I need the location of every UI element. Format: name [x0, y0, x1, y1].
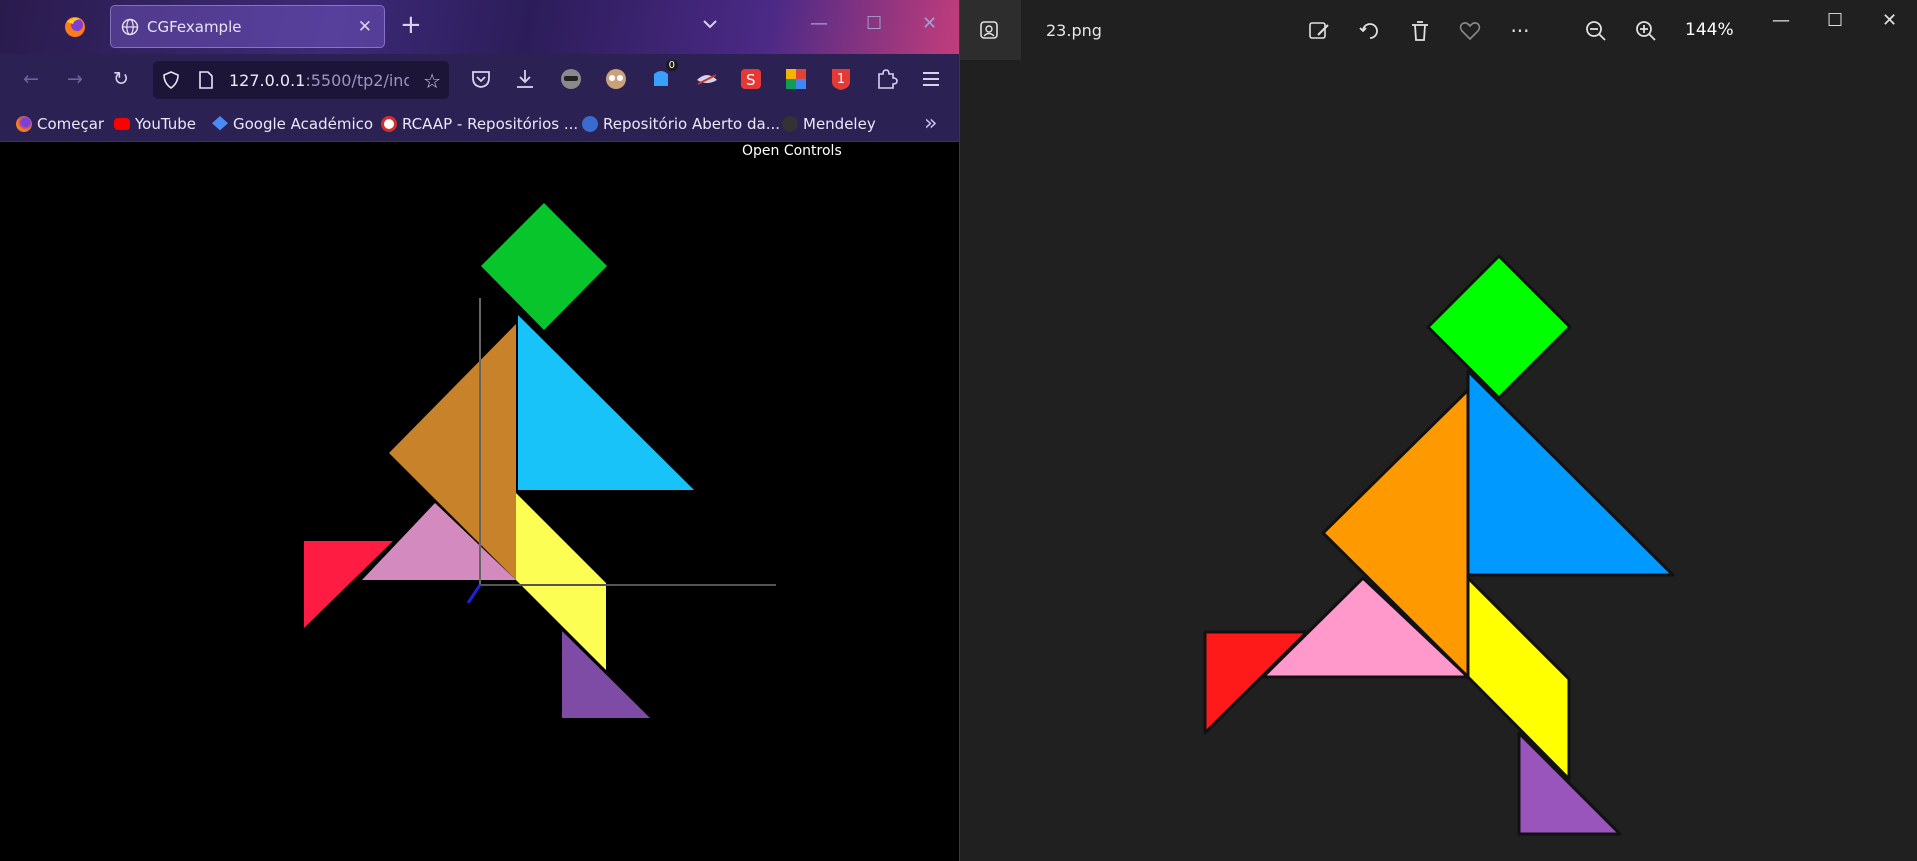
scene-yellow-parallelogram [516, 493, 606, 670]
zoom-in-icon[interactable] [1633, 18, 1659, 44]
scene-red-triangle [304, 541, 393, 628]
image-red-triangle [1203, 630, 1309, 735]
image-blue-triangle [1466, 369, 1675, 577]
webgl-canvas[interactable] [0, 0, 959, 861]
viewer-toolbar: 23.png ··· 144% — ☐ ✕ [960, 0, 1917, 60]
more-options-icon[interactable]: ··· [1507, 18, 1533, 44]
image-yellow-parallelogram [1466, 576, 1571, 781]
favorite-heart-icon[interactable] [1457, 18, 1483, 44]
scene-green-square [481, 203, 607, 330]
edit-image-icon[interactable] [1306, 18, 1332, 44]
viewer-file-name: 23.png [1046, 21, 1102, 40]
scene-blue-triangle [518, 315, 694, 490]
viewer-maximize-icon[interactable]: ☐ [1827, 10, 1843, 31]
rotate-icon[interactable] [1357, 18, 1383, 44]
gallery-icon [980, 21, 998, 39]
image-green-square [1426, 254, 1572, 400]
image-pink-triangle [1261, 576, 1470, 679]
image-purple-triangle [1517, 731, 1622, 836]
viewer-minimize-icon[interactable]: — [1772, 10, 1790, 31]
viewer-image [1203, 254, 1675, 836]
photo-viewer-window: 23.png ··· 144% — ☐ ✕ [960, 0, 1917, 861]
viewer-gallery-button[interactable] [960, 0, 1021, 60]
zoom-out-icon[interactable] [1583, 18, 1609, 44]
image-orange-triangle [1321, 388, 1470, 679]
viewer-close-icon[interactable]: ✕ [1882, 10, 1897, 31]
delete-icon[interactable] [1407, 18, 1433, 44]
zoom-level[interactable]: 144% [1685, 20, 1734, 40]
scene-axis-z [466, 584, 482, 604]
